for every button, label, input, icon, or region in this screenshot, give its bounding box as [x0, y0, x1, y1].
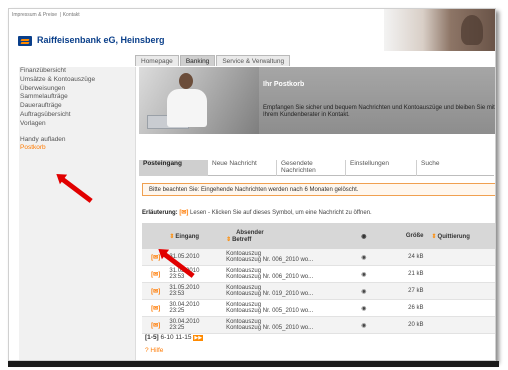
- row-date: 31.05.2010: [169, 254, 200, 260]
- row-size: 27 kB: [408, 288, 424, 294]
- header-betreff: Betreff: [232, 236, 252, 243]
- tab-gesendete-nachrichten[interactable]: Gesendete Nachrichten: [277, 160, 346, 176]
- open-message-icon[interactable]: [✉]: [142, 305, 169, 312]
- banner-title: Ihr Postkorb: [263, 81, 305, 88]
- person-head: [179, 73, 193, 89]
- sidebar-item-finanzuebersicht[interactable]: Finanzübersicht: [19, 67, 135, 76]
- pagination: [1-5] 6-10 11-15 ▶▶: [145, 334, 204, 341]
- open-message-icon[interactable]: [✉]: [142, 271, 169, 278]
- banner-text: Empfangen Sie sicher und bequem Nachrich…: [263, 105, 495, 119]
- sort-icon: ⇕: [169, 233, 175, 240]
- status-icon: ◉: [361, 288, 367, 295]
- tab-suche[interactable]: Suche: [417, 160, 475, 176]
- row-subject[interactable]: Kontoauszug Nr. 005_2010 wo...: [226, 325, 351, 331]
- sidebar-item-sammelauftraege[interactable]: Sammelaufträge: [19, 93, 135, 102]
- tab-homepage[interactable]: Homepage: [135, 55, 179, 66]
- row-subject[interactable]: Kontoauszug Nr. 005_2010 wo...: [226, 308, 351, 314]
- help-link[interactable]: ? Hilfe: [145, 347, 163, 354]
- row-size: 20 kB: [408, 322, 424, 328]
- header-eingang[interactable]: ⇕Eingang: [169, 233, 226, 240]
- sidebar-separator: [19, 129, 135, 136]
- row-time: 23:25: [169, 325, 185, 331]
- row-time: 23:25: [169, 308, 185, 314]
- header-photo: [384, 9, 495, 51]
- tab-posteingang[interactable]: Posteingang: [139, 160, 208, 176]
- table-header: ⇕Eingang Absender ⇕Betreff ◉ Größe ⇕Quit…: [142, 223, 496, 249]
- table-row[interactable]: [✉] 30.04.2010 23:25 Kontoauszug Kontoausz…: [142, 300, 495, 317]
- table-row[interactable]: [✉] 31.05.201023:53 KontoauszugKontoausz…: [142, 283, 495, 300]
- sidebar-item-vorlagen[interactable]: Vorlagen: [19, 120, 135, 129]
- postkorb-tabs: Posteingang Neue Nachricht Gesendete Nac…: [139, 160, 494, 176]
- tab-neue-nachricht[interactable]: Neue Nachricht: [208, 160, 277, 176]
- table-body: [✉] 31.05.2010 Kontoauszug Kontoauszug Nr…: [142, 249, 495, 334]
- header-quittierung[interactable]: ⇕Quittierung: [428, 233, 496, 240]
- browser-frame: Impressum & Preise | Kontakt Raiffeisenba…: [8, 8, 496, 361]
- table-row[interactable]: [✉] 31.05.201023:53 KontoauszugKontoausz…: [142, 266, 495, 283]
- person-body: [167, 89, 207, 127]
- banner-photo: [139, 67, 259, 134]
- bank-name: Raiffeisenbank eG, Heinsberg: [37, 35, 165, 45]
- row-subject[interactable]: Kontoauszug Nr. 006_2010 wo...: [226, 274, 351, 280]
- tab-einstellungen[interactable]: Einstellungen: [346, 160, 417, 176]
- row-time: 23:53: [169, 291, 185, 297]
- row-size: 24 kB: [408, 254, 424, 260]
- sort-icon: ⇕: [226, 236, 232, 243]
- tab-banking[interactable]: Banking: [179, 55, 216, 66]
- page-range-link[interactable]: 6-10: [161, 334, 174, 341]
- status-icon: ◉: [361, 254, 367, 261]
- table-row[interactable]: [✉] 30.04.2010 23:25 Kontoauszug Kontoausz…: [142, 317, 495, 334]
- top-links: Impressum & Preise | Kontakt: [12, 12, 80, 18]
- legend-text: Lesen - Klicken Sie auf dieses Symbol, u…: [190, 210, 372, 216]
- row-size: 26 kB: [408, 305, 424, 311]
- next-page-icon[interactable]: ▶▶: [193, 335, 204, 341]
- header-status-icon: ◉: [361, 233, 367, 240]
- legend-label: Erläuterung:: [142, 210, 178, 216]
- sidebar-item-ueberweisungen[interactable]: Überweisungen: [19, 85, 135, 94]
- bottom-bar: [8, 361, 499, 367]
- sort-icon: ⇕: [431, 233, 437, 240]
- page-range-link[interactable]: 11-15: [175, 334, 191, 341]
- sidebar: Finanzübersicht Umsätze & Kontoauszüge Ü…: [19, 67, 136, 360]
- bank-logo-icon: [18, 36, 32, 46]
- envelope-icon: [✉]: [179, 210, 189, 216]
- legend: Erläuterung: [✉] Lesen - Klicken Sie auf…: [142, 209, 372, 216]
- sidebar-item-dauerauftraege[interactable]: Daueraufträge: [19, 102, 135, 111]
- status-icon: ◉: [361, 271, 367, 278]
- sidebar-item-auftragsuebersicht[interactable]: Auftragsübersicht: [19, 111, 135, 120]
- open-message-icon[interactable]: [✉]: [142, 322, 169, 329]
- retention-notice: Bitte beachten Sie: Eingehende Nachricht…: [142, 183, 495, 196]
- sidebar-item-postkorb[interactable]: Postkorb: [19, 144, 135, 153]
- status-icon: ◉: [361, 322, 367, 329]
- tab-service-verwaltung[interactable]: Service & Verwaltung: [216, 55, 291, 66]
- banner: Ihr Postkorb Empfangen Sie sicher und be…: [139, 67, 495, 134]
- header-groesse[interactable]: Größe: [377, 233, 428, 239]
- row-size: 21 kB: [408, 271, 424, 277]
- inbox-table: ⇕Eingang Absender ⇕Betreff ◉ Größe ⇕Quit…: [142, 223, 496, 334]
- top-link-kontakt[interactable]: Kontakt: [63, 12, 80, 18]
- page-range-current: [1-5]: [145, 334, 159, 341]
- sidebar-item-handy-aufladen[interactable]: Handy aufladen: [19, 136, 135, 145]
- row-subject[interactable]: Kontoauszug Nr. 006_2010 wo...: [226, 257, 351, 263]
- top-link-impressum[interactable]: Impressum & Preise: [12, 12, 57, 18]
- row-subject[interactable]: Kontoauszug Nr. 019_2010 wo...: [226, 291, 351, 297]
- header-absender-betreff[interactable]: Absender ⇕Betreff: [226, 230, 351, 243]
- sidebar-item-umsaetze[interactable]: Umsätze & Kontoauszüge: [19, 76, 135, 85]
- main-tabs: Homepage Banking Service & Verwaltung: [135, 55, 291, 66]
- table-row[interactable]: [✉] 31.05.2010 Kontoauszug Kontoauszug Nr…: [142, 249, 495, 266]
- status-icon: ◉: [361, 305, 367, 312]
- row-time: 23:53: [169, 274, 185, 280]
- open-message-icon[interactable]: [✉]: [142, 288, 169, 295]
